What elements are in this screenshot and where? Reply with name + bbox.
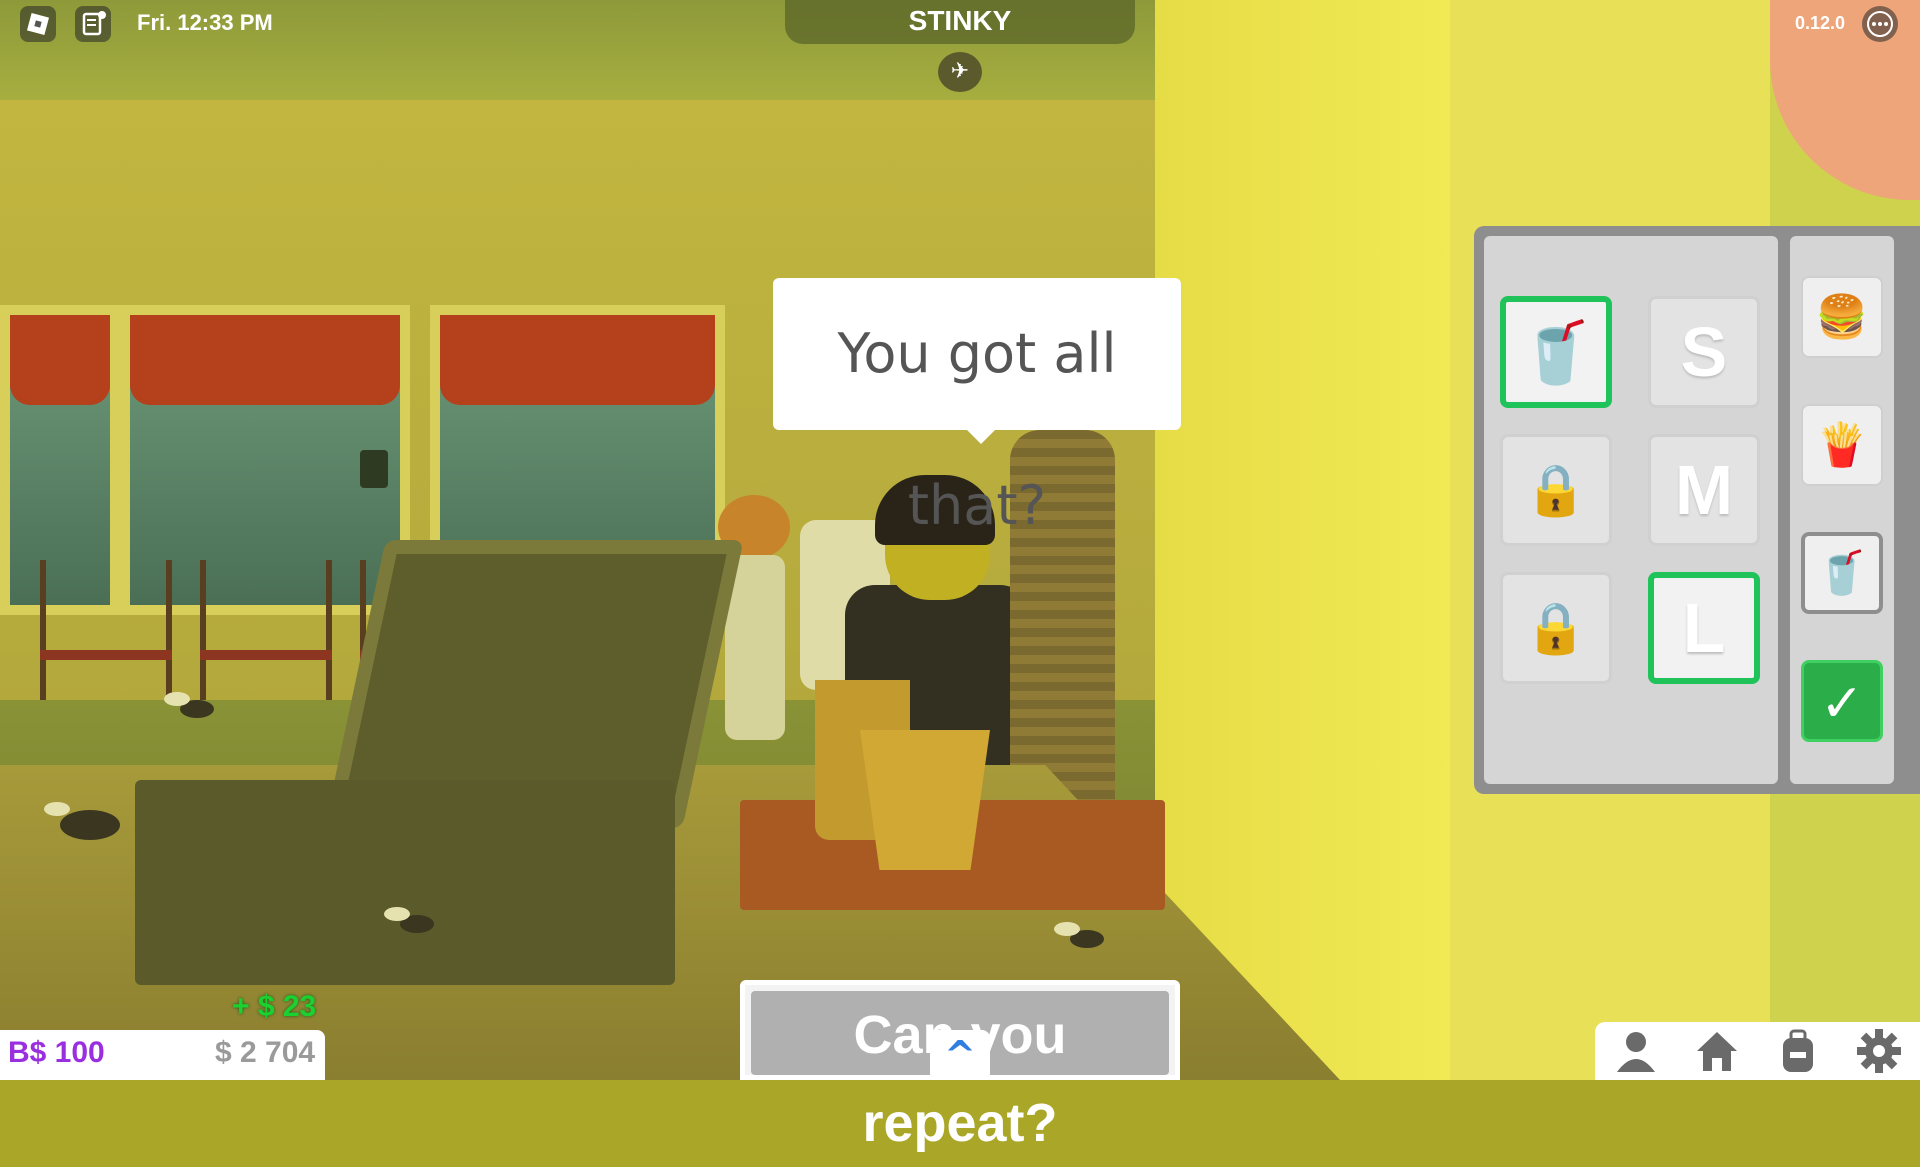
menu-dots-icon[interactable] <box>1862 6 1898 42</box>
lock-icon: 🔒 <box>1524 598 1588 657</box>
side-wall <box>1155 0 1455 1080</box>
burger-icon[interactable]: 🍔 <box>1801 276 1883 358</box>
size-l-button[interactable]: L <box>1648 572 1760 684</box>
drink-option-tile[interactable]: 🥤 <box>1500 296 1612 408</box>
backpack-icon[interactable] <box>1773 1026 1823 1076</box>
cash-register <box>135 780 675 985</box>
size-s-button[interactable]: S <box>1648 296 1760 408</box>
home-icon[interactable] <box>1692 1026 1742 1076</box>
fly <box>384 907 434 933</box>
game-clock: Fri. 12:33 PM <box>137 10 273 35</box>
fly-icon: ✈ <box>938 52 982 92</box>
fly <box>44 802 120 840</box>
fries-box <box>860 730 990 870</box>
options-grid: 🥤 S 🔒 M 🔒 L <box>1484 236 1778 784</box>
fly <box>164 692 214 718</box>
version-label: 0.12.0 <box>1795 13 1846 33</box>
bucks-balance: B$ 100 <box>8 1036 105 1069</box>
customer-name-banner: STINKY <box>785 0 1135 44</box>
cash-balance: $ 2 704 <box>215 1036 316 1069</box>
settings-icon[interactable] <box>1854 1026 1904 1076</box>
locked-toy-tile[interactable]: 🔒 <box>1500 572 1612 684</box>
drink-icon[interactable]: 🥤 <box>1801 532 1883 614</box>
order-summary: 🍔 🍟 🥤 ✓ <box>1790 236 1894 784</box>
chair <box>200 560 332 700</box>
locked-side-tile[interactable]: 🔒 <box>1500 434 1612 546</box>
earnings-popup: + $ 23 <box>232 990 317 1023</box>
checkmark-icon[interactable]: ✓ <box>1801 660 1883 742</box>
size-m-button[interactable]: M <box>1648 434 1760 546</box>
chair <box>40 560 172 700</box>
chevron-up-icon[interactable]: ^ <box>930 1030 990 1080</box>
drink-icon: 🥤 <box>1518 317 1594 388</box>
roblox-logo-icon[interactable] <box>20 6 56 42</box>
fly <box>1054 922 1104 948</box>
speech-bubble: You got all that? <box>773 278 1181 537</box>
order-panel: 🥤 S 🔒 M 🔒 L 🍔 🍟 🥤 ✓ <box>1474 226 1920 794</box>
lock-icon: 🔒 <box>1524 460 1588 519</box>
avatar-icon[interactable] <box>1611 1026 1661 1076</box>
fries-icon[interactable]: 🍟 <box>1801 404 1883 486</box>
notes-icon[interactable] <box>75 6 111 42</box>
dialog-text: You got all that? <box>837 322 1117 537</box>
street-lamp <box>360 450 388 488</box>
